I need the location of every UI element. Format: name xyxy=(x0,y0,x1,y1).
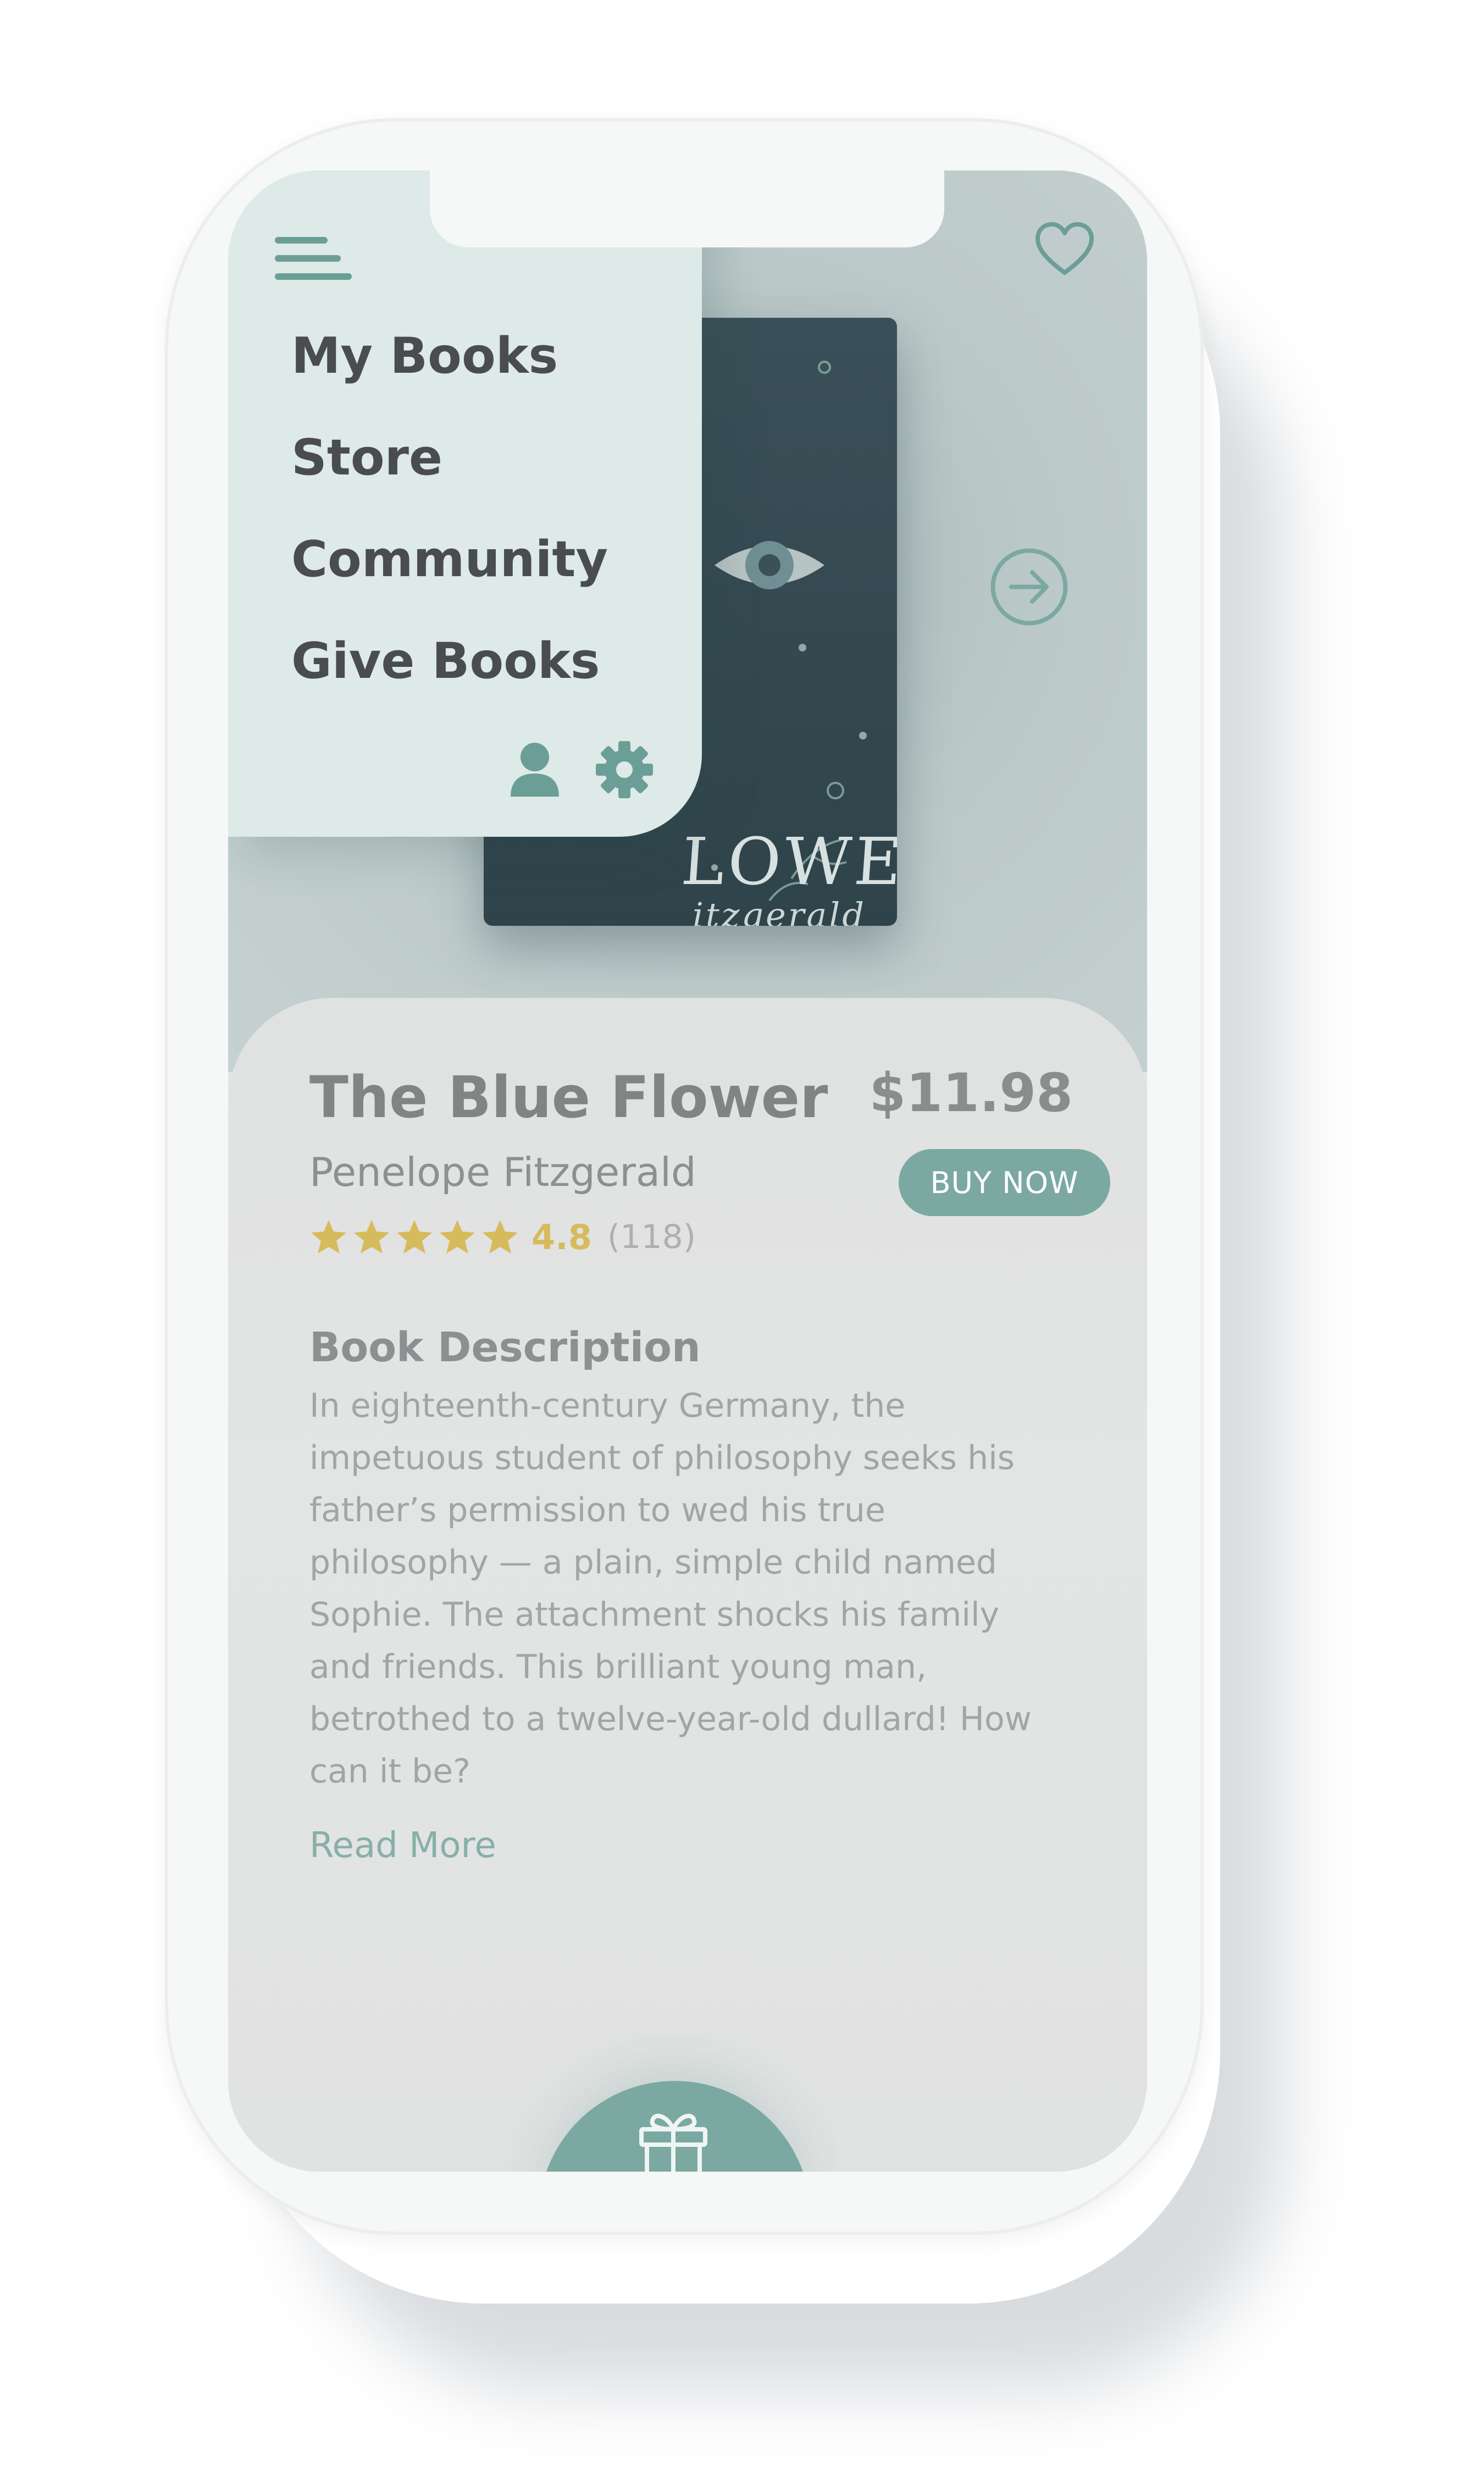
arrow-right-circle-icon[interactable] xyxy=(989,547,1069,627)
menu-item-store[interactable]: Store xyxy=(291,429,442,487)
star-icon xyxy=(440,1220,475,1253)
description-line: Sophie. The attachment shocks his family xyxy=(309,1595,1000,1634)
book-author: Penelope Fitzgerald xyxy=(309,1149,696,1195)
rating-count: (118) xyxy=(607,1218,696,1256)
description-line: impetuous student of philosophy seeks hi… xyxy=(309,1439,1015,1477)
description-line: can it be? xyxy=(309,1752,470,1791)
user-icon[interactable] xyxy=(507,739,562,800)
menu-item-community[interactable]: Community xyxy=(291,531,608,588)
side-menu: My Books Store Community Give Books xyxy=(228,170,702,837)
rating-value: 4.8 xyxy=(531,1217,592,1257)
description-body: In eighteenth-century Germany, the impet… xyxy=(309,1380,1040,1798)
app-screen: LOWER itzgerald My Books Store Community… xyxy=(228,170,1147,2172)
buy-now-button[interactable]: BUY NOW xyxy=(899,1149,1110,1216)
menu-item-my-books[interactable]: My Books xyxy=(291,327,558,385)
description-line: In eighteenth-century Germany, the xyxy=(309,1387,906,1425)
gift-icon xyxy=(639,2113,707,2172)
star-icon xyxy=(483,1220,518,1253)
description-line: and friends. This brilliant young man, xyxy=(309,1648,927,1686)
star-icon xyxy=(397,1220,432,1253)
star-icon xyxy=(311,1220,346,1253)
cover-title-text: LOWER xyxy=(679,824,897,899)
heart-icon[interactable] xyxy=(1034,220,1095,280)
device-notch xyxy=(430,170,944,247)
read-more-link[interactable]: Read More xyxy=(309,1825,496,1866)
book-price: $11.98 xyxy=(869,1062,1073,1124)
menu-item-give-books[interactable]: Give Books xyxy=(291,632,600,690)
description-line: betrothed to a twelve-year-old dullard! … xyxy=(309,1700,1032,1738)
description-heading: Book Description xyxy=(309,1324,701,1371)
book-title: The Blue Flower xyxy=(309,1064,828,1131)
star-rating xyxy=(309,1218,524,1256)
rating: 4.8 (118) xyxy=(309,1212,696,1262)
cover-author-text: itzgerald xyxy=(693,895,866,926)
menu-icon[interactable] xyxy=(275,234,357,283)
gear-icon[interactable] xyxy=(594,739,655,800)
star-icon xyxy=(354,1220,389,1253)
description-line: father’s permission to wed his true xyxy=(309,1491,885,1529)
description-line: philosophy — a plain, simple child named xyxy=(309,1543,997,1582)
